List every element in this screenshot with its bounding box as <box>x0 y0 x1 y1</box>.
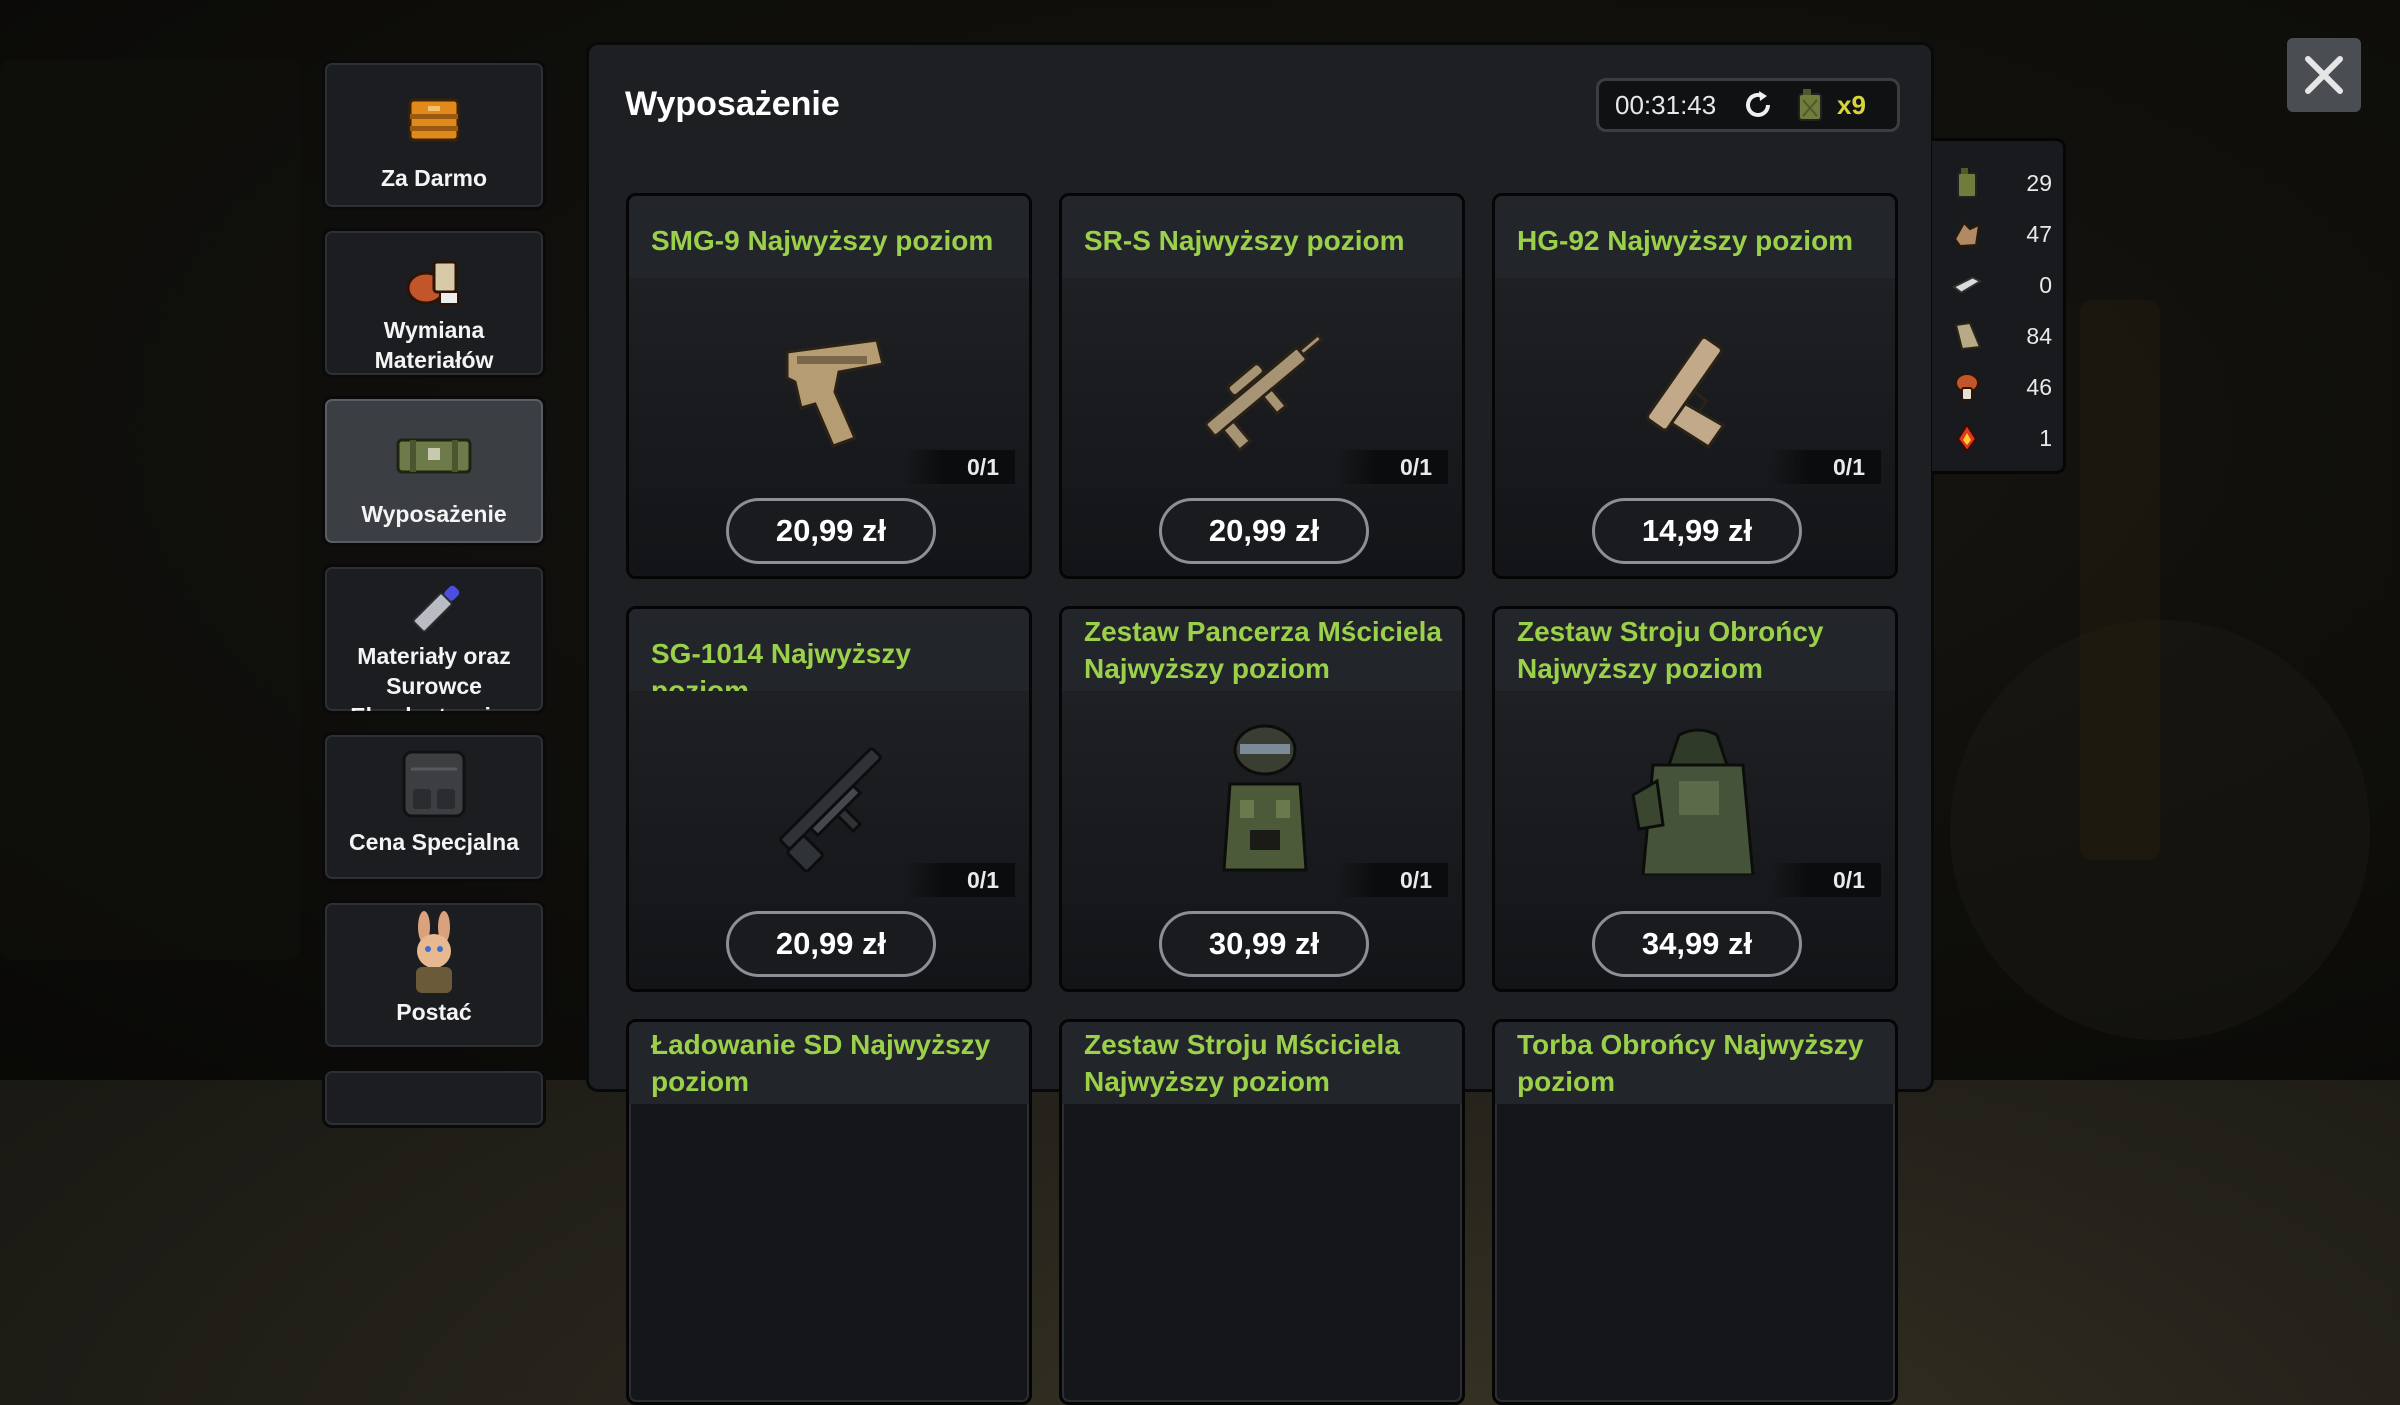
refresh-timer: 00:31:43 x9 <box>1596 78 1900 132</box>
refresh-icon[interactable] <box>1741 88 1775 122</box>
resource-value: 1 <box>2039 424 2052 451</box>
buy-button[interactable]: 14,99 zł <box>1592 498 1802 564</box>
equipment-crate-icon <box>396 421 472 491</box>
sidebar-item-more[interactable] <box>322 1068 546 1128</box>
buy-button[interactable]: 20,99 zł <box>726 498 936 564</box>
buy-button[interactable]: 20,99 zł <box>1159 498 1369 564</box>
shop-card-sg1014[interactable]: SG-1014 Najwyższy poziom 0/1 20,99 zł <box>626 606 1032 992</box>
shop-card-defender-outfit[interactable]: Zestaw Stroju Obrońcy Najwyższy poziom 0… <box>1492 606 1898 992</box>
chest-icon <box>408 85 460 155</box>
timer-text: 00:31:43 <box>1615 89 1717 120</box>
resources-panel: 29 47 0 84 46 1 <box>1932 138 2066 474</box>
sidebar-item-label: Wyposażenie <box>361 501 507 527</box>
sidebar-item-label: Za Darmo <box>380 165 488 191</box>
card-title: SMG-9 Najwyższy poziom <box>651 225 994 256</box>
close-icon <box>2305 56 2343 94</box>
sidebar-item-label: Postać <box>396 999 472 1025</box>
sidebar-item-free[interactable]: Za Darmo <box>322 60 546 210</box>
smg-icon <box>749 304 915 470</box>
card-title: Zestaw Stroju Obrońcy Najwyższy poziom <box>1517 616 1824 684</box>
sidebar-item-character[interactable]: Postać <box>322 900 546 1050</box>
sidebar-item-label: Wymiana Materiałów <box>374 317 494 373</box>
sidebar-item-consumables[interactable]: Materiały oraz Surowce Eksploatacyjne <box>322 564 546 714</box>
resource-value: 47 <box>2026 220 2052 247</box>
resource-row: 84 <box>1952 316 2052 356</box>
scrap-icon <box>1952 217 1982 251</box>
handgun-icon <box>1615 304 1781 470</box>
card-stock: 0/1 <box>1771 863 1881 897</box>
shop-card-defender-bag[interactable]: Torba Obrońcy Najwyższy poziom <box>1492 1019 1898 1405</box>
card-title: Zestaw Pancerza Mściciela Najwyższy pozi… <box>1084 616 1442 684</box>
card-title: Torba Obrońcy Najwyższy poziom <box>1517 1029 1864 1097</box>
resource-value: 29 <box>2026 169 2052 196</box>
resource-row: 0 <box>1952 265 2052 305</box>
ammo-icon <box>404 581 464 641</box>
card-stock: 0/1 <box>905 450 1015 484</box>
card-title: HG-92 Najwyższy poziom <box>1517 225 1854 256</box>
sidebar-item-special-price[interactable]: Cena Specjalna <box>322 732 546 882</box>
backpack-icon <box>401 749 467 819</box>
buy-button[interactable]: 30,99 zł <box>1159 911 1369 977</box>
shop-card-avenger-outfit[interactable]: Zestaw Stroju Mściciela Najwyższy poziom <box>1059 1019 1465 1405</box>
shop-card-smg9[interactable]: SMG-9 Najwyższy poziom 0/1 20,99 zł <box>626 193 1032 579</box>
metal-bar-icon <box>1952 268 1982 302</box>
rabbit-character-icon <box>402 911 466 995</box>
resource-row: 47 <box>1952 214 2052 254</box>
card-title: SR-S Najwyższy poziom <box>1084 225 1405 256</box>
sidebar-item-label: Cena Specjalna <box>348 829 520 855</box>
shop-card-sd-charge[interactable]: Ładowanie SD Najwyższy poziom <box>626 1019 1032 1405</box>
materials-exchange-icon <box>404 249 464 315</box>
resource-row: 29 <box>1952 163 2052 203</box>
shotgun-icon <box>749 717 915 883</box>
armor-set-icon <box>1182 717 1348 883</box>
outfit-set-icon <box>1615 717 1781 883</box>
resource-value: 0 <box>2039 271 2052 298</box>
shop-card-srs[interactable]: SR-S Najwyższy poziom 0/1 20,99 zł <box>1059 193 1465 579</box>
sidebar-item-materials-exchange[interactable]: Wymiana Materiałów <box>322 228 546 378</box>
card-title: Ładowanie SD Najwyższy poziom <box>651 1029 991 1097</box>
shop-panel: Wyposażenie 00:31:43 x9 SMG-9 Najwyższy … <box>586 42 1934 1405</box>
shop-card-hg92[interactable]: HG-92 Najwyższy poziom 0/1 14,99 zł <box>1492 193 1898 579</box>
resource-row: 1 <box>1952 418 2052 458</box>
sidebar-item-equipment[interactable]: Wyposażenie <box>322 396 546 546</box>
sidebar-item-label: Materiały oraz Surowce Eksploatacyjne <box>350 643 517 711</box>
resource-value: 84 <box>2026 322 2052 349</box>
card-stock: 0/1 <box>1771 450 1881 484</box>
sniper-rifle-icon <box>1182 304 1348 470</box>
buy-button[interactable]: 20,99 zł <box>726 911 936 977</box>
mushroom-icon <box>1952 370 1982 404</box>
card-stock: 0/1 <box>1338 450 1448 484</box>
fire-gem-icon <box>1952 421 1982 455</box>
card-stock: 0/1 <box>905 863 1015 897</box>
card-stock: 0/1 <box>1338 863 1448 897</box>
resource-value: 46 <box>2026 373 2052 400</box>
close-button[interactable] <box>2287 38 2361 112</box>
fuel-can-icon <box>1798 89 1822 121</box>
cloth-icon <box>1952 319 1982 353</box>
fuel-can-icon <box>1952 166 1982 200</box>
panel-title: Wyposażenie <box>625 85 840 123</box>
card-title: Zestaw Stroju Mściciela Najwyższy poziom <box>1084 1029 1400 1097</box>
token-multiplier: x9 <box>1837 89 1866 120</box>
buy-button[interactable]: 34,99 zł <box>1592 911 1802 977</box>
shop-card-avenger-armor[interactable]: Zestaw Pancerza Mściciela Najwyższy pozi… <box>1059 606 1465 992</box>
resource-row: 46 <box>1952 367 2052 407</box>
